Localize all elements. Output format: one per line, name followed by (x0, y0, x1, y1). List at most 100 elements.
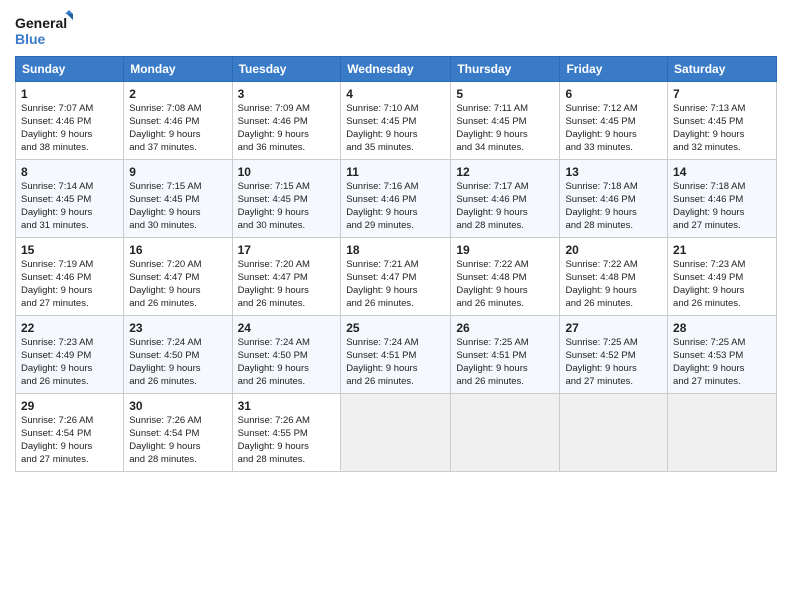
calendar-header-saturday: Saturday (668, 57, 777, 82)
calendar-cell: 29Sunrise: 7:26 AM Sunset: 4:54 PM Dayli… (16, 394, 124, 472)
day-info: Sunrise: 7:15 AM Sunset: 4:45 PM Dayligh… (238, 181, 336, 232)
calendar-header-sunday: Sunday (16, 57, 124, 82)
day-info: Sunrise: 7:21 AM Sunset: 4:47 PM Dayligh… (346, 259, 445, 310)
calendar-week-5: 29Sunrise: 7:26 AM Sunset: 4:54 PM Dayli… (16, 394, 777, 472)
day-number: 15 (21, 242, 118, 258)
day-number: 7 (673, 86, 771, 102)
calendar-cell: 5Sunrise: 7:11 AM Sunset: 4:45 PM Daylig… (451, 82, 560, 160)
calendar-cell: 28Sunrise: 7:25 AM Sunset: 4:53 PM Dayli… (668, 316, 777, 394)
day-number: 5 (456, 86, 554, 102)
calendar-cell: 9Sunrise: 7:15 AM Sunset: 4:45 PM Daylig… (124, 160, 232, 238)
calendar-cell: 16Sunrise: 7:20 AM Sunset: 4:47 PM Dayli… (124, 238, 232, 316)
calendar-cell: 18Sunrise: 7:21 AM Sunset: 4:47 PM Dayli… (341, 238, 451, 316)
calendar-cell: 15Sunrise: 7:19 AM Sunset: 4:46 PM Dayli… (16, 238, 124, 316)
day-info: Sunrise: 7:15 AM Sunset: 4:45 PM Dayligh… (129, 181, 226, 232)
day-number: 22 (21, 320, 118, 336)
day-info: Sunrise: 7:24 AM Sunset: 4:50 PM Dayligh… (238, 337, 336, 388)
calendar-cell: 14Sunrise: 7:18 AM Sunset: 4:46 PM Dayli… (668, 160, 777, 238)
day-info: Sunrise: 7:08 AM Sunset: 4:46 PM Dayligh… (129, 103, 226, 154)
calendar-cell: 6Sunrise: 7:12 AM Sunset: 4:45 PM Daylig… (560, 82, 668, 160)
day-number: 8 (21, 164, 118, 180)
day-info: Sunrise: 7:20 AM Sunset: 4:47 PM Dayligh… (129, 259, 226, 310)
day-number: 14 (673, 164, 771, 180)
day-number: 11 (346, 164, 445, 180)
calendar-cell: 20Sunrise: 7:22 AM Sunset: 4:48 PM Dayli… (560, 238, 668, 316)
calendar-cell (341, 394, 451, 472)
day-info: Sunrise: 7:19 AM Sunset: 4:46 PM Dayligh… (21, 259, 118, 310)
calendar-cell: 19Sunrise: 7:22 AM Sunset: 4:48 PM Dayli… (451, 238, 560, 316)
day-number: 18 (346, 242, 445, 258)
day-number: 23 (129, 320, 226, 336)
day-number: 6 (565, 86, 662, 102)
day-info: Sunrise: 7:26 AM Sunset: 4:55 PM Dayligh… (238, 415, 336, 466)
calendar-header-friday: Friday (560, 57, 668, 82)
day-number: 17 (238, 242, 336, 258)
day-info: Sunrise: 7:23 AM Sunset: 4:49 PM Dayligh… (673, 259, 771, 310)
calendar-cell: 11Sunrise: 7:16 AM Sunset: 4:46 PM Dayli… (341, 160, 451, 238)
header: General Blue (15, 10, 777, 50)
calendar-cell: 7Sunrise: 7:13 AM Sunset: 4:45 PM Daylig… (668, 82, 777, 160)
day-number: 13 (565, 164, 662, 180)
calendar-cell: 13Sunrise: 7:18 AM Sunset: 4:46 PM Dayli… (560, 160, 668, 238)
day-number: 25 (346, 320, 445, 336)
day-info: Sunrise: 7:22 AM Sunset: 4:48 PM Dayligh… (565, 259, 662, 310)
day-number: 12 (456, 164, 554, 180)
calendar-cell (668, 394, 777, 472)
calendar-cell: 24Sunrise: 7:24 AM Sunset: 4:50 PM Dayli… (232, 316, 341, 394)
day-info: Sunrise: 7:24 AM Sunset: 4:51 PM Dayligh… (346, 337, 445, 388)
calendar-cell: 30Sunrise: 7:26 AM Sunset: 4:54 PM Dayli… (124, 394, 232, 472)
calendar-header-tuesday: Tuesday (232, 57, 341, 82)
calendar-cell: 10Sunrise: 7:15 AM Sunset: 4:45 PM Dayli… (232, 160, 341, 238)
day-number: 29 (21, 398, 118, 414)
calendar-week-1: 1Sunrise: 7:07 AM Sunset: 4:46 PM Daylig… (16, 82, 777, 160)
calendar-cell: 26Sunrise: 7:25 AM Sunset: 4:51 PM Dayli… (451, 316, 560, 394)
logo-svg: General Blue (15, 10, 75, 50)
calendar-cell: 17Sunrise: 7:20 AM Sunset: 4:47 PM Dayli… (232, 238, 341, 316)
calendar-cell: 3Sunrise: 7:09 AM Sunset: 4:46 PM Daylig… (232, 82, 341, 160)
day-info: Sunrise: 7:18 AM Sunset: 4:46 PM Dayligh… (673, 181, 771, 232)
calendar-cell: 8Sunrise: 7:14 AM Sunset: 4:45 PM Daylig… (16, 160, 124, 238)
day-info: Sunrise: 7:12 AM Sunset: 4:45 PM Dayligh… (565, 103, 662, 154)
day-info: Sunrise: 7:24 AM Sunset: 4:50 PM Dayligh… (129, 337, 226, 388)
day-info: Sunrise: 7:10 AM Sunset: 4:45 PM Dayligh… (346, 103, 445, 154)
day-info: Sunrise: 7:16 AM Sunset: 4:46 PM Dayligh… (346, 181, 445, 232)
day-number: 16 (129, 242, 226, 258)
day-info: Sunrise: 7:07 AM Sunset: 4:46 PM Dayligh… (21, 103, 118, 154)
day-info: Sunrise: 7:14 AM Sunset: 4:45 PM Dayligh… (21, 181, 118, 232)
day-number: 9 (129, 164, 226, 180)
day-number: 19 (456, 242, 554, 258)
calendar-cell (451, 394, 560, 472)
day-info: Sunrise: 7:09 AM Sunset: 4:46 PM Dayligh… (238, 103, 336, 154)
logo: General Blue (15, 10, 75, 50)
calendar-cell: 25Sunrise: 7:24 AM Sunset: 4:51 PM Dayli… (341, 316, 451, 394)
calendar-cell: 1Sunrise: 7:07 AM Sunset: 4:46 PM Daylig… (16, 82, 124, 160)
day-info: Sunrise: 7:23 AM Sunset: 4:49 PM Dayligh… (21, 337, 118, 388)
day-info: Sunrise: 7:13 AM Sunset: 4:45 PM Dayligh… (673, 103, 771, 154)
day-number: 30 (129, 398, 226, 414)
calendar-cell: 4Sunrise: 7:10 AM Sunset: 4:45 PM Daylig… (341, 82, 451, 160)
calendar-header-row: SundayMondayTuesdayWednesdayThursdayFrid… (16, 57, 777, 82)
day-info: Sunrise: 7:25 AM Sunset: 4:53 PM Dayligh… (673, 337, 771, 388)
day-info: Sunrise: 7:18 AM Sunset: 4:46 PM Dayligh… (565, 181, 662, 232)
calendar-week-3: 15Sunrise: 7:19 AM Sunset: 4:46 PM Dayli… (16, 238, 777, 316)
day-info: Sunrise: 7:26 AM Sunset: 4:54 PM Dayligh… (129, 415, 226, 466)
day-info: Sunrise: 7:26 AM Sunset: 4:54 PM Dayligh… (21, 415, 118, 466)
day-number: 2 (129, 86, 226, 102)
day-number: 28 (673, 320, 771, 336)
day-number: 24 (238, 320, 336, 336)
day-number: 26 (456, 320, 554, 336)
calendar-cell: 12Sunrise: 7:17 AM Sunset: 4:46 PM Dayli… (451, 160, 560, 238)
calendar-header-monday: Monday (124, 57, 232, 82)
calendar-cell: 21Sunrise: 7:23 AM Sunset: 4:49 PM Dayli… (668, 238, 777, 316)
day-number: 10 (238, 164, 336, 180)
day-number: 4 (346, 86, 445, 102)
day-number: 20 (565, 242, 662, 258)
calendar-cell: 2Sunrise: 7:08 AM Sunset: 4:46 PM Daylig… (124, 82, 232, 160)
calendar-cell: 23Sunrise: 7:24 AM Sunset: 4:50 PM Dayli… (124, 316, 232, 394)
day-info: Sunrise: 7:20 AM Sunset: 4:47 PM Dayligh… (238, 259, 336, 310)
day-info: Sunrise: 7:25 AM Sunset: 4:52 PM Dayligh… (565, 337, 662, 388)
day-info: Sunrise: 7:22 AM Sunset: 4:48 PM Dayligh… (456, 259, 554, 310)
calendar-week-2: 8Sunrise: 7:14 AM Sunset: 4:45 PM Daylig… (16, 160, 777, 238)
day-number: 21 (673, 242, 771, 258)
svg-text:Blue: Blue (15, 31, 46, 47)
